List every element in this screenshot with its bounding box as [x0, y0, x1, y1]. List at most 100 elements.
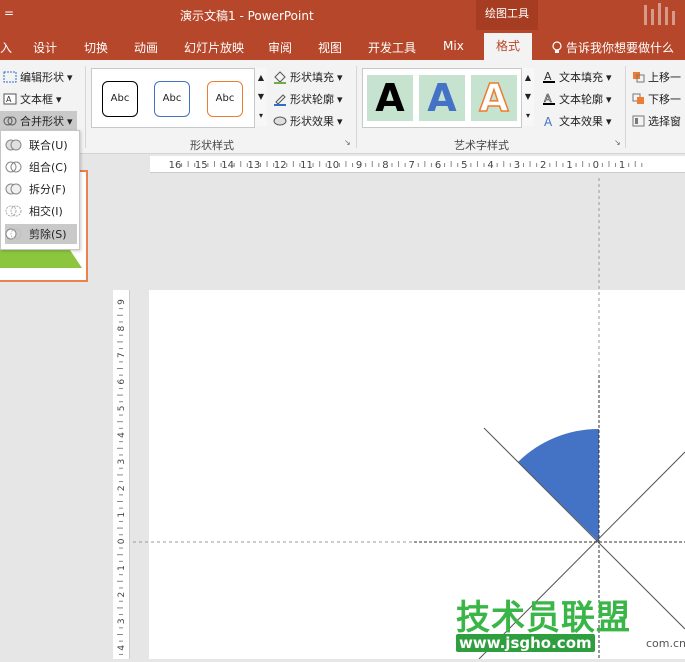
merge-shapes-icon	[3, 116, 17, 126]
gallery-more-icon[interactable]: ▾	[522, 106, 534, 125]
tab-design[interactable]: 设计	[33, 39, 57, 56]
ruler-label: 16	[169, 160, 182, 171]
ruler-label: 5	[461, 160, 467, 171]
menu-item-fragment[interactable]: 拆分(F)	[5, 179, 77, 199]
ribbon: 编辑形状 ▾ A 文本框 ▾ 合并形状 ▾ Abc Abc Abc ▲ ▼ ▾ 形状填…	[0, 60, 685, 154]
menu-item-subtract[interactable]: 剪除(S)	[5, 224, 77, 244]
text-fill-button[interactable]: A 文本填充 ▾	[542, 69, 612, 85]
tell-me-box[interactable]: 告诉我你想要做什么	[552, 39, 674, 56]
ruler-label: 2	[117, 485, 127, 491]
ruler-label: 5	[117, 406, 127, 412]
send-backward-button[interactable]: 下移一	[632, 91, 681, 107]
wordart-gallery-scroll[interactable]: ▲ ▼ ▾	[521, 68, 534, 126]
tab-transitions[interactable]: 切换	[84, 39, 108, 56]
shape-outline-button[interactable]: 形状轮廓 ▾	[273, 91, 343, 107]
vertical-ruler: 9 8 7 6 5 4 3 2 1 0 1 2 3 4	[113, 290, 130, 662]
menu-item-union[interactable]: 联合(U)	[5, 135, 77, 155]
group-separator	[85, 66, 86, 148]
wordart-group-label: 艺术字样式	[454, 139, 509, 152]
wordart-gallery[interactable]: A A A	[362, 68, 522, 128]
menu-item-label: 联合(U)	[29, 139, 68, 152]
tab-slideshow[interactable]: 幻灯片放映	[184, 39, 244, 56]
tab-animations[interactable]: 动画	[134, 39, 158, 56]
shape-styles-group-label: 形状样式	[190, 139, 234, 152]
shape-style-swatch[interactable]: Abc	[207, 81, 243, 117]
tab-view[interactable]: 视图	[318, 39, 342, 56]
ruler-label: 12	[274, 160, 287, 171]
scroll-up-icon[interactable]: ▲	[255, 68, 267, 87]
text-box-button[interactable]: A 文本框 ▾	[3, 91, 62, 107]
group-separator	[356, 66, 357, 148]
ruler-label: 3	[514, 160, 520, 171]
dropdown-arrow-icon: ▾	[606, 70, 612, 84]
wordart-style-swatch[interactable]: A	[471, 75, 517, 121]
dropdown-arrow-icon: ▾	[606, 114, 612, 128]
tab-review[interactable]: 审阅	[268, 39, 292, 56]
ruler-label: 9	[117, 299, 127, 305]
ruler-label: 1	[117, 512, 127, 518]
shape-effects-icon	[273, 116, 287, 126]
text-fill-icon: A	[543, 70, 555, 83]
gallery-more-icon[interactable]: ▾	[255, 106, 267, 125]
text-effects-label: 文本效果	[559, 115, 603, 128]
edit-shape-button[interactable]: 编辑形状 ▾	[3, 69, 73, 85]
wordart-style-swatch[interactable]: A	[367, 75, 413, 121]
paint-bucket-icon	[274, 70, 286, 84]
selection-pane-button[interactable]: 选择窗	[632, 113, 681, 129]
menu-item-label: 相交(I)	[29, 205, 63, 218]
dropdown-arrow-icon: ▾	[67, 70, 73, 84]
context-tab-drawing-tools: 绘图工具	[476, 0, 538, 30]
tab-developer[interactable]: 开发工具	[368, 39, 416, 56]
ruler-label: 1	[117, 565, 127, 571]
merge-shapes-button[interactable]: 合并形状 ▾	[0, 111, 77, 131]
window-title: 演示文稿1 - PowerPoint	[180, 9, 314, 23]
tab-format[interactable]: 格式	[484, 33, 533, 60]
ruler-label: 3	[117, 618, 127, 624]
menu-item-label: 拆分(F)	[29, 183, 66, 196]
quick-access-toolbar[interactable]: =	[4, 6, 14, 20]
ruler-label: 7	[409, 160, 415, 171]
text-box-icon: A	[3, 93, 17, 105]
tab-insert[interactable]: 入	[0, 39, 12, 56]
shape-fill-button[interactable]: 形状填充 ▾	[273, 69, 343, 85]
watermark-text: 技术员联盟	[456, 598, 631, 638]
text-outline-button[interactable]: A 文本轮廓 ▾	[542, 91, 612, 107]
wordart-style-swatch[interactable]: A	[419, 75, 465, 121]
blue-sector-shape[interactable]	[518, 428, 599, 542]
menu-item-label: 组合(C)	[29, 161, 68, 174]
tab-mix[interactable]: Mix	[443, 39, 464, 53]
shape-style-swatch[interactable]: Abc	[154, 81, 190, 117]
text-effects-button[interactable]: A 文本效果 ▾	[542, 113, 612, 129]
shape-style-swatch[interactable]: Abc	[102, 81, 138, 117]
merge-shapes-menu: 联合(U) 组合(C) 拆分(F) 相交(I) 剪除(S)	[0, 130, 80, 250]
scroll-down-icon[interactable]: ▼	[255, 87, 267, 106]
dropdown-arrow-icon: ▾	[56, 92, 62, 106]
ruler-label: 14	[221, 160, 234, 171]
gallery-scroll[interactable]: ▲ ▼ ▾	[254, 68, 267, 126]
shape-style-gallery[interactable]: Abc Abc Abc	[91, 68, 255, 128]
dropdown-arrow-icon: ▾	[606, 92, 612, 106]
ruler-label: 2	[540, 160, 546, 171]
ruler-label: 4	[117, 645, 127, 651]
scroll-up-icon[interactable]: ▲	[522, 68, 534, 87]
scroll-down-icon[interactable]: ▼	[522, 87, 534, 106]
ruler-label: 0	[593, 160, 599, 171]
bring-forward-label: 上移一	[648, 71, 681, 84]
menu-item-combine[interactable]: 组合(C)	[5, 157, 77, 177]
ruler-label: 10	[326, 160, 339, 171]
dropdown-arrow-icon: ▾	[67, 114, 73, 128]
ruler-label: 6	[117, 379, 127, 385]
combine-icon	[5, 161, 22, 173]
dialog-launcher-icon[interactable]: ↘	[344, 138, 351, 147]
bring-forward-button[interactable]: 上移一	[632, 69, 681, 85]
svg-text:A: A	[544, 115, 553, 128]
subtract-icon	[5, 228, 22, 240]
shape-effects-button[interactable]: 形状效果 ▾	[273, 113, 343, 129]
send-backward-icon	[632, 93, 644, 104]
dropdown-arrow-icon: ▾	[337, 92, 343, 106]
ruler-label: 1	[619, 160, 625, 171]
menu-item-intersect[interactable]: 相交(I)	[5, 201, 77, 221]
ruler-label: 0	[117, 538, 127, 544]
send-backward-label: 下移一	[648, 93, 681, 106]
dialog-launcher-icon[interactable]: ↘	[614, 138, 621, 147]
